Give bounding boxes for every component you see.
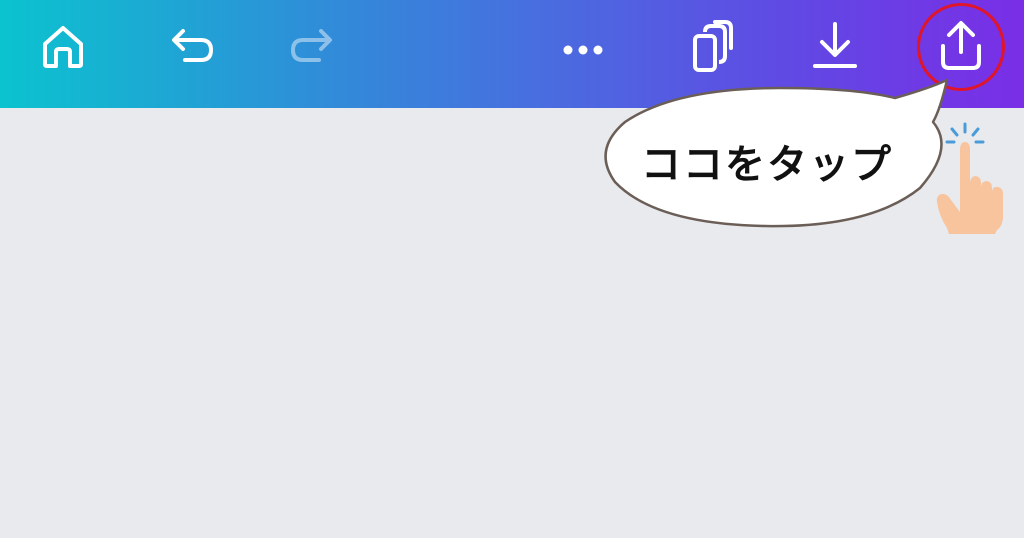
home-button[interactable] xyxy=(31,14,95,78)
duplicate-button[interactable] xyxy=(679,14,743,78)
tap-hand-icon xyxy=(936,122,1003,234)
share-upload-icon xyxy=(941,21,981,70)
more-dots-icon xyxy=(563,45,603,55)
share-button[interactable] xyxy=(929,14,993,78)
home-icon xyxy=(43,26,83,68)
more-button[interactable] xyxy=(551,14,615,78)
pages-icon xyxy=(693,20,733,72)
redo-button[interactable] xyxy=(281,14,345,78)
download-icon xyxy=(813,22,857,68)
undo-button[interactable] xyxy=(159,14,223,78)
download-button[interactable] xyxy=(803,14,867,78)
redo-icon xyxy=(290,29,332,62)
callout-text: ココをタップ xyxy=(641,142,893,188)
undo-icon xyxy=(172,29,214,62)
